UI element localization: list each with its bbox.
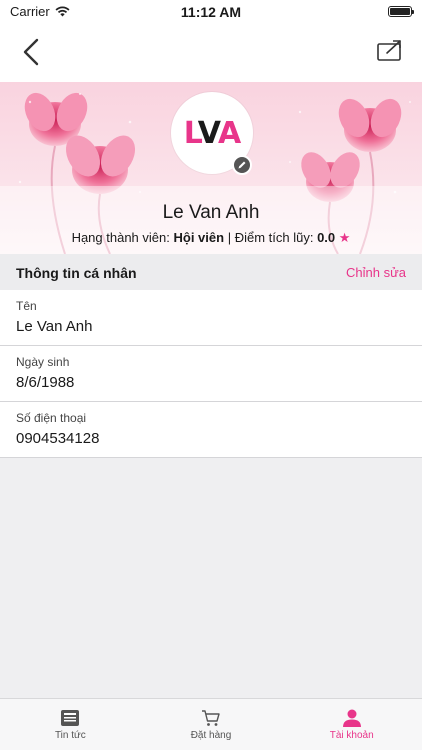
- tab-label: Tin tức: [54, 730, 86, 741]
- field-value: 0904534128: [16, 430, 100, 447]
- share-icon[interactable]: [376, 38, 404, 64]
- rank-label: Hạng thành viên:: [71, 230, 170, 245]
- field-phone: Số điện thoại 0904534128: [0, 402, 422, 458]
- points-label: Điểm tích lũy:: [234, 230, 314, 245]
- status-bar: Carrier 11:12 AM: [0, 0, 422, 24]
- person-icon: [342, 709, 361, 727]
- points-value: 0.0: [317, 230, 336, 245]
- tab-label: Đặt hàng: [190, 730, 232, 741]
- field-label: Số điện thoại: [16, 411, 87, 425]
- tab-label: Tài khoản: [329, 730, 374, 741]
- tab-order[interactable]: Đặt hàng: [141, 699, 282, 750]
- field-value: 8/6/1988: [16, 374, 75, 391]
- member-info: Hạng thành viên: Hội viên | Điểm tích lũ…: [0, 230, 422, 246]
- edit-profile-button[interactable]: Chỉnh sửa: [346, 265, 406, 280]
- personal-info-header: Thông tin cá nhân Chỉnh sửa: [0, 254, 422, 290]
- pencil-icon: [238, 161, 246, 169]
- profile-banner: LVA Le Van Anh Hạng thành viên: Hội viên…: [0, 82, 422, 254]
- star-icon: ★: [338, 230, 351, 245]
- tab-account[interactable]: Tài khoản: [281, 699, 422, 750]
- status-time: 11:12 AM: [180, 4, 242, 20]
- profile-name: Le Van Anh: [162, 202, 260, 223]
- field-value: Le Van Anh: [16, 318, 93, 335]
- nav-bar: [0, 24, 422, 82]
- section-title: Thông tin cá nhân: [16, 265, 137, 281]
- rank-value: Hội viên: [173, 230, 225, 245]
- lva-logo: LVA: [183, 115, 241, 151]
- back-chevron-icon[interactable]: [18, 36, 46, 68]
- tab-news[interactable]: Tin tức: [0, 699, 141, 750]
- separator: |: [227, 230, 232, 245]
- cart-icon: [202, 710, 220, 726]
- field-label: Tên: [16, 299, 37, 313]
- field-name: Tên Le Van Anh: [0, 290, 422, 346]
- newspaper-icon: [61, 710, 80, 726]
- battery-icon: [388, 6, 414, 17]
- avatar-edit-button[interactable]: [232, 155, 252, 175]
- field-label: Ngày sinh: [16, 355, 70, 369]
- tab-bar: Tin tức Đặt hàng Tài khoản: [0, 698, 422, 750]
- field-birthday: Ngày sinh 8/6/1988: [0, 346, 422, 402]
